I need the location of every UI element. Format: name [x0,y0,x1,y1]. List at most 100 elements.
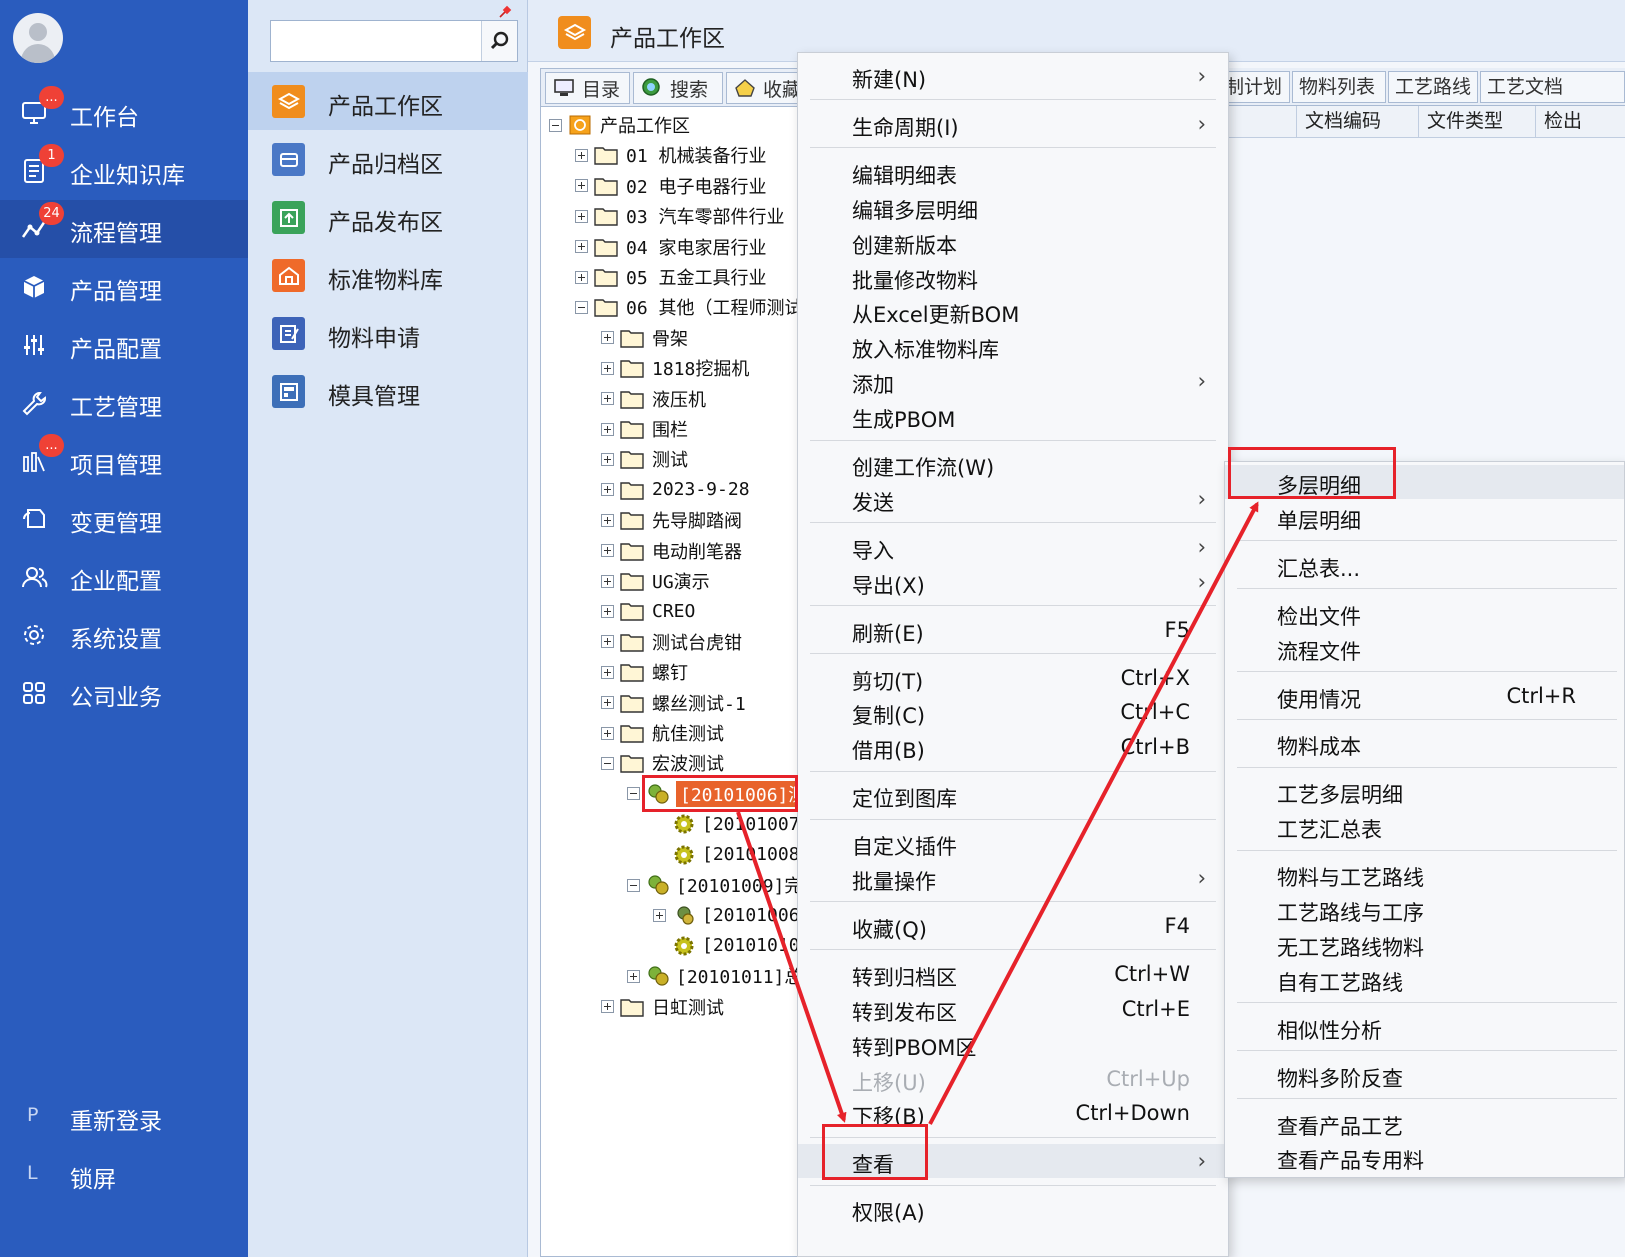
expand-toggle[interactable] [601,726,614,740]
tree-node[interactable]: 02 电子电器行业 [575,171,767,201]
menu-item[interactable]: 编辑多层明细 [798,190,1228,224]
area-item-2[interactable]: 产品归档区 [248,130,528,188]
menu-item[interactable]: 添加 › [798,364,1228,398]
expand-toggle[interactable] [601,696,614,710]
collapse-toggle[interactable] [627,878,640,892]
menu-item[interactable]: 自有工艺路线 [1225,962,1624,996]
menu-item[interactable]: 汇总表... [1225,548,1624,582]
nav-item-9[interactable]: 企业配置 [0,548,248,606]
expand-toggle[interactable] [575,270,588,284]
menu-item[interactable]: 上移(U) Ctrl+Up [798,1062,1228,1096]
area-search-input[interactable] [271,21,479,61]
expand-toggle[interactable] [575,209,588,223]
tree-node[interactable]: CREO [601,596,695,626]
tree-node[interactable]: 2023-9-28 [601,475,750,505]
menu-item[interactable]: 使用情况 Ctrl+R [1225,679,1624,713]
menu-item[interactable]: 自定义插件 [798,826,1228,860]
expand-toggle[interactable] [601,1000,614,1014]
tree-node[interactable]: 电动削笔器 [601,536,742,566]
tree-node[interactable]: 1818挖掘机 [601,353,749,383]
pin-icon[interactable] [498,5,512,19]
menu-item[interactable]: 流程文件 [1225,631,1624,665]
grid-column-header[interactable]: 文档编码 [1296,106,1418,138]
expand-toggle[interactable] [601,422,614,436]
expand-toggle[interactable] [601,604,614,618]
menu-item[interactable]: 导出(X) › [798,565,1228,599]
menu-item[interactable]: 新建(N) › [798,59,1228,93]
tree-node[interactable]: 测试 [601,444,688,474]
menu-item[interactable]: 物料成本 [1225,726,1624,760]
menu-item[interactable]: 创建工作流(W) [798,447,1228,481]
expand-toggle[interactable] [601,513,614,527]
tree-node[interactable]: [20101006 [653,900,800,930]
menu-item[interactable]: 物料多阶反查 [1225,1058,1624,1092]
menu-item[interactable]: 权限(A) [798,1192,1228,1226]
lock-screen-button[interactable]: L 锁屏 [0,1146,248,1204]
menu-item[interactable]: 查看产品工艺 [1225,1106,1624,1140]
area-item-4[interactable]: 标准物料库 [248,246,528,304]
menu-item[interactable]: 从Excel更新BOM [798,294,1228,328]
menu-item[interactable]: 工艺多层明细 [1225,774,1624,808]
menu-item[interactable]: 批量修改物料 [798,260,1228,294]
collapse-toggle[interactable] [549,118,562,132]
tree-node[interactable]: UG演示 [601,566,710,596]
menu-item[interactable]: 生命周期(I) › [798,107,1228,141]
menu-item[interactable]: 转到发布区 Ctrl+E [798,992,1228,1026]
tree-node[interactable]: 03 汽车零部件行业 [575,201,785,231]
menu-item[interactable]: 物料与工艺路线 [1225,857,1624,891]
expand-toggle[interactable] [601,665,614,679]
expand-toggle[interactable] [627,969,640,983]
user-avatar[interactable] [13,13,63,63]
nav-item-7[interactable]: 项目管理... [0,432,248,490]
menu-item[interactable]: 剪切(T) Ctrl+X [798,661,1228,695]
expand-toggle[interactable] [601,331,614,345]
tree-node[interactable]: [20101011]总 [627,961,802,991]
tree-node[interactable]: 测试台虎钳 [601,627,742,657]
expand-toggle[interactable] [575,148,588,162]
menu-item[interactable]: 导入 › [798,530,1228,564]
menu-item[interactable]: 借用(B) Ctrl+B [798,730,1228,764]
menu-item[interactable]: 收藏(Q) F4 [798,909,1228,943]
nav-item-10[interactable]: 系统设置 [0,606,248,664]
tree-node[interactable]: 01 机械装备行业 [575,140,767,170]
tree-node[interactable]: 航佳测试 [601,718,724,748]
grid-column-header[interactable]: 文件类型 [1418,106,1535,138]
tab-directory[interactable]: 目录 [545,72,630,104]
tree-node[interactable]: [20101007 [653,809,800,839]
grid-tab[interactable]: 工艺文档 [1480,71,1625,103]
expand-toggle[interactable] [575,240,588,254]
collapse-toggle[interactable] [627,787,640,801]
menu-item[interactable]: 转到PBOM区 [798,1027,1228,1061]
tree-node[interactable]: 日虹测试 [601,992,724,1022]
tree-node[interactable]: 产品工作区 [549,110,690,140]
tree-node[interactable]: [20101010 [653,931,800,961]
grid-tab[interactable]: 物料列表 [1292,71,1386,103]
tree-node[interactable]: 宏波测试 [601,748,724,778]
expand-toggle[interactable] [601,544,614,558]
expand-toggle[interactable] [601,574,614,588]
menu-item[interactable]: 放入标准物料库 [798,329,1228,363]
menu-item[interactable]: 创建新版本 [798,225,1228,259]
tree-node[interactable]: 06 其他（工程师测试 [575,292,803,322]
menu-item[interactable]: 刷新(E) F5 [798,613,1228,647]
expand-toggle[interactable] [601,361,614,375]
menu-item[interactable]: 无工艺路线物料 [1225,927,1624,961]
nav-item-4[interactable]: 产品管理 [0,258,248,316]
area-item-1[interactable]: 产品工作区 [248,72,528,130]
grid-tab[interactable]: 工艺路线 [1388,71,1478,103]
expand-toggle[interactable] [653,908,666,922]
area-search-box[interactable] [270,20,518,62]
nav-item-11[interactable]: 公司业务 [0,664,248,722]
area-item-6[interactable]: 模具管理 [248,362,528,420]
tree-node[interactable]: 骨架 [601,323,688,353]
search-button[interactable] [481,21,517,61]
menu-item[interactable]: 复制(C) Ctrl+C [798,695,1228,729]
tree-node[interactable]: 05 五金工具行业 [575,262,767,292]
tree-node[interactable]: 04 家电家居行业 [575,232,767,262]
nav-item-1[interactable]: 工作台... [0,84,248,142]
menu-item[interactable]: 生成PBOM [798,399,1228,433]
menu-item[interactable]: 发送 › [798,482,1228,516]
collapse-toggle[interactable] [601,756,614,770]
tree-node[interactable]: 围栏 [601,414,688,444]
nav-item-6[interactable]: 工艺管理 [0,374,248,432]
